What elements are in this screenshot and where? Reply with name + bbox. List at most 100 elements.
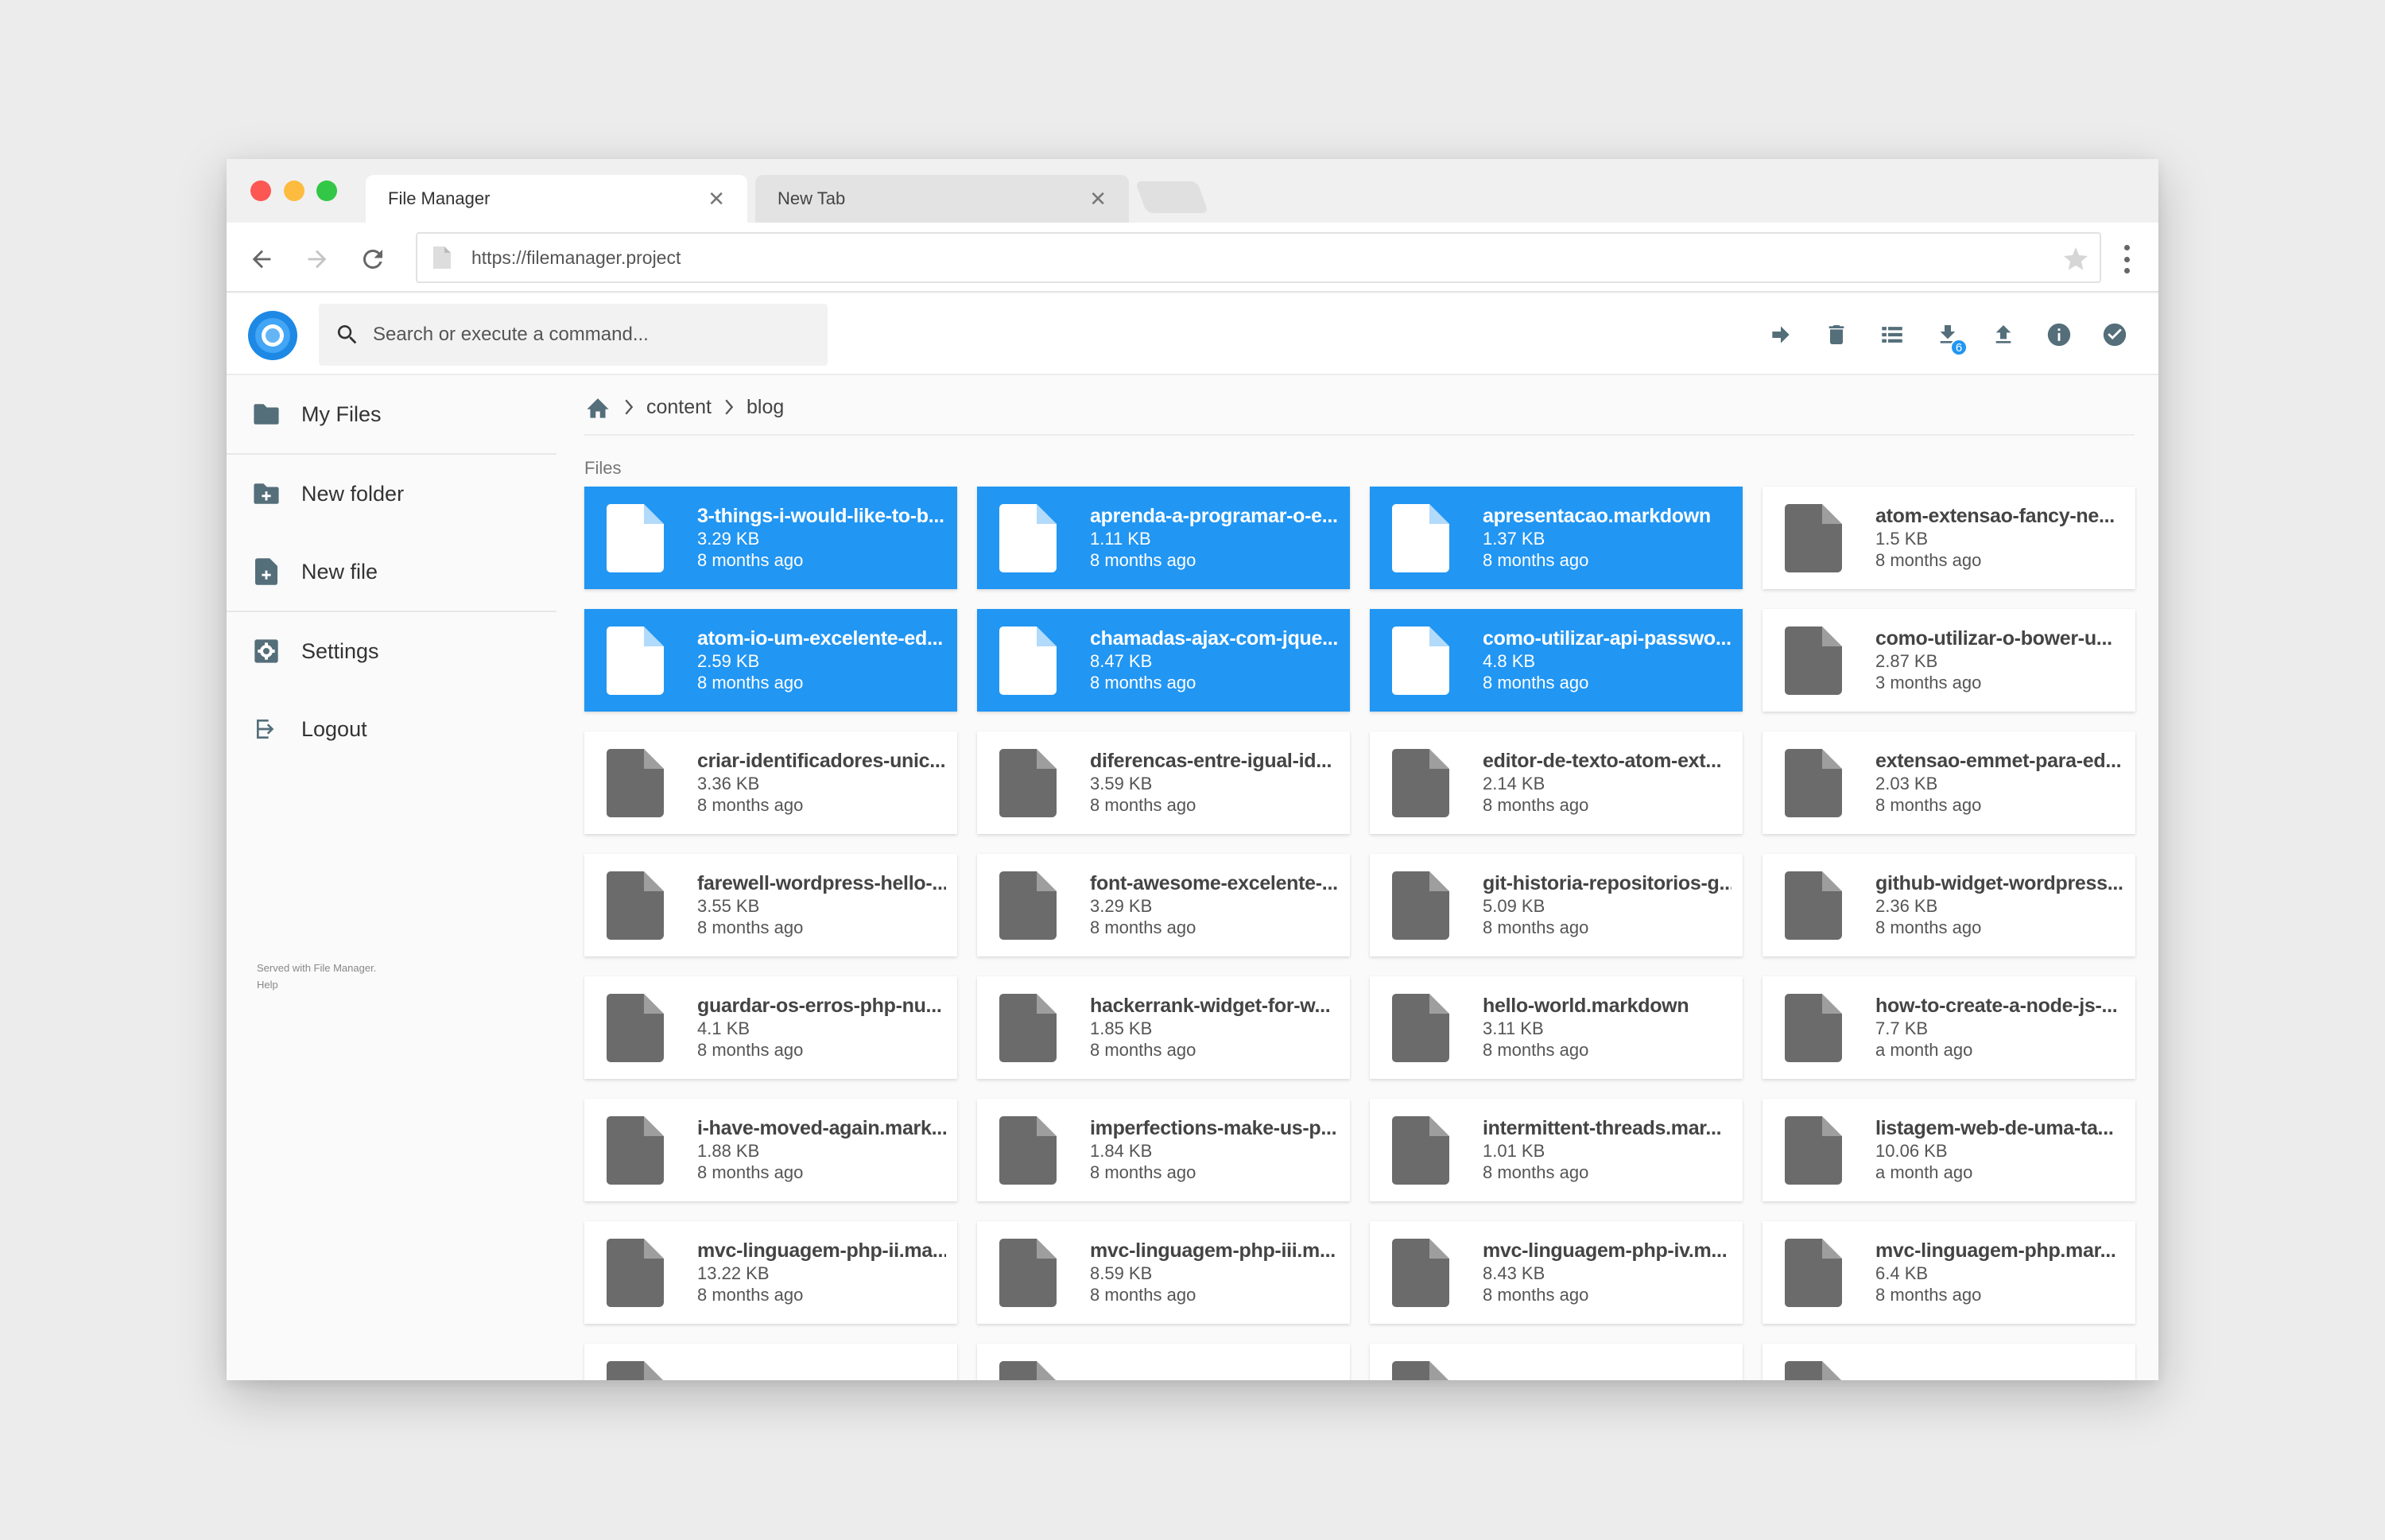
served-with-text: Served with File Manager. xyxy=(257,962,377,974)
file-card[interactable]: font-awesome-excelente-... 3.29 KB 8 mon… xyxy=(977,854,1350,956)
file-info: mvc-linguagem-php-iii.m... 8.59 KB 8 mon… xyxy=(1090,1239,1350,1305)
file-name: mvc-linguagem-php-ii.ma... xyxy=(697,1239,946,1262)
forward-button[interactable] xyxy=(301,243,333,275)
file-card[interactable]: hello-world.markdown 3.11 KB 8 months ag… xyxy=(1370,976,1743,1079)
file-modified: 3 months ago xyxy=(1875,673,1982,692)
file-card[interactable]: mvc-linguagem-php.mar... 6.4 KB 8 months… xyxy=(1763,1221,2135,1324)
close-tab-icon[interactable]: ✕ xyxy=(708,187,725,211)
tab-new-tab[interactable]: New Tab ✕ xyxy=(755,175,1129,223)
select-button[interactable] xyxy=(2087,315,2143,355)
help-link[interactable]: Help xyxy=(257,976,376,993)
file-card[interactable]: 3-things-i-would-like-to-b... 3.29 KB 8 … xyxy=(584,487,957,589)
url-text[interactable]: https://filemanager.project xyxy=(471,247,2100,269)
upload-button[interactable] xyxy=(1976,315,2031,355)
file-card[interactable]: aprenda-a-programar-o-e... 1.11 KB 8 mon… xyxy=(977,487,1350,589)
info-button[interactable] xyxy=(2031,315,2087,355)
close-tab-icon[interactable]: ✕ xyxy=(1089,187,1107,211)
file-modified: 8 months ago xyxy=(1090,795,1196,815)
reload-icon xyxy=(363,249,382,269)
reload-button[interactable] xyxy=(357,243,389,275)
file-name: git-historia-repositorios-g... xyxy=(1483,872,1732,894)
file-card[interactable]: chamadas-ajax-com-jque... 8.47 KB 8 mont… xyxy=(977,609,1350,712)
file-size: 1.11 KB xyxy=(1090,529,1151,549)
file-card[interactable]: atom-extensao-fancy-ne... 1.5 KB 8 month… xyxy=(1763,487,2135,589)
home-icon[interactable] xyxy=(584,395,611,419)
file-card[interactable]: extensao-emmet-para-ed... 2.03 KB 8 mont… xyxy=(1763,731,2135,834)
sidebar-item-logout[interactable]: Logout xyxy=(227,690,556,768)
url-field[interactable]: https://filemanager.project xyxy=(416,232,2101,283)
breadcrumb-item-content[interactable]: content xyxy=(646,396,712,419)
app-logo-icon[interactable] xyxy=(247,310,298,361)
file-modified: 8 months ago xyxy=(1875,1285,1982,1305)
sidebar-item-label: New file xyxy=(301,559,378,584)
file-card[interactable]: git-historia-repositorios-g... 5.09 KB 8… xyxy=(1370,854,1743,956)
file-card[interactable]: new-year-resolutions-201... xyxy=(977,1344,1350,1380)
file-modified: 8 months ago xyxy=(697,1040,804,1060)
new-tab-button[interactable] xyxy=(1134,181,1209,213)
search-input[interactable] xyxy=(373,324,828,346)
file-size: 3.59 KB xyxy=(1090,774,1153,793)
list-view-button[interactable] xyxy=(1864,315,1920,355)
close-window-button[interactable] xyxy=(250,180,271,201)
file-card[interactable]: o-rei-que-tudo-perdeu.m... xyxy=(1370,1344,1743,1380)
file-card[interactable]: mvc-uma-breve-explicac... xyxy=(584,1344,957,1380)
app-header: 6 xyxy=(227,294,2158,375)
file-card[interactable]: apresentacao.markdown 1.37 KB 8 months a… xyxy=(1370,487,1743,589)
file-card[interactable]: github-widget-wordpress.... 2.36 KB 8 mo… xyxy=(1763,854,2135,956)
file-card[interactable]: editor-de-texto-atom-ext... 2.14 KB 8 mo… xyxy=(1370,731,1743,834)
file-card[interactable]: i-have-moved-again.mark... 1.88 KB 8 mon… xyxy=(584,1099,957,1201)
file-card[interactable]: imperfections-make-us-p... 1.84 KB 8 mon… xyxy=(977,1099,1350,1201)
sidebar-item-new-file[interactable]: New file xyxy=(227,533,556,611)
file-size: 2.03 KB xyxy=(1875,774,1938,793)
sidebar-item-new-folder[interactable]: New folder xyxy=(227,455,556,533)
file-info: git-historia-repositorios-g... 5.09 KB 8… xyxy=(1483,872,1743,938)
file-size: 8.59 KB xyxy=(1090,1263,1153,1283)
back-button[interactable] xyxy=(246,243,277,275)
file-card[interactable]: mvc-linguagem-php-iv.m... 8.43 KB 8 mont… xyxy=(1370,1221,1743,1324)
file-modified: 8 months ago xyxy=(697,1285,804,1305)
file-modified: 8 months ago xyxy=(1090,1162,1196,1182)
file-size: 1.5 KB xyxy=(1875,529,1929,549)
file-icon xyxy=(1785,748,1842,817)
minimize-window-button[interactable] xyxy=(284,180,304,201)
sidebar-item-my-files[interactable]: My Files xyxy=(227,375,556,453)
file-icon xyxy=(1785,503,1842,572)
file-card[interactable]: mvc-linguagem-php-iii.m... 8.59 KB 8 mon… xyxy=(977,1221,1350,1324)
file-card[interactable]: listagem-web-de-uma-ta... 10.06 KB a mon… xyxy=(1763,1099,2135,1201)
file-card[interactable]: atom-io-um-excelente-ed... 2.59 KB 8 mon… xyxy=(584,609,957,712)
sidebar-item-settings[interactable]: Settings xyxy=(227,612,556,690)
move-button[interactable] xyxy=(1753,315,1809,355)
file-modified: 8 months ago xyxy=(697,917,804,937)
file-size: 4.8 KB xyxy=(1483,651,1536,671)
file-icon xyxy=(1392,626,1449,695)
maximize-window-button[interactable] xyxy=(316,180,337,201)
file-card[interactable]: how-to-create-a-node-js-... 7.7 KB a mon… xyxy=(1763,976,2135,1079)
search-box[interactable] xyxy=(319,304,828,366)
bookmark-star-icon[interactable] xyxy=(2061,245,2090,273)
breadcrumb-item-blog[interactable]: blog xyxy=(747,396,784,419)
file-card[interactable]: como-utilizar-api-passwo... 4.8 KB 8 mon… xyxy=(1370,609,1743,712)
file-card[interactable]: diferencas-entre-igual-id... 3.59 KB 8 m… xyxy=(977,731,1350,834)
file-name: mvc-linguagem-php-iii.m... xyxy=(1090,1239,1336,1262)
file-size: 2.59 KB xyxy=(697,651,760,671)
file-card[interactable]: hackerrank-widget-for-w... 1.85 KB 8 mon… xyxy=(977,976,1350,1079)
dot-icon xyxy=(2123,256,2130,262)
file-card[interactable]: guardar-os-erros-php-nu... 4.1 KB 8 mont… xyxy=(584,976,957,1079)
file-card[interactable]: farewell-wordpress-hello-... 3.55 KB 8 m… xyxy=(584,854,957,956)
file-info: mvc-linguagem-php-iv.m... 8.43 KB 8 mont… xyxy=(1483,1239,1743,1305)
file-card[interactable]: intermittent-threads.mar... 1.01 KB 8 mo… xyxy=(1370,1099,1743,1201)
file-name: hackerrank-widget-for-w... xyxy=(1090,995,1331,1017)
download-button[interactable]: 6 xyxy=(1920,315,1976,356)
file-card[interactable]: mvc-linguagem-php-ii.ma... 13.22 KB 8 mo… xyxy=(584,1221,957,1324)
file-name: farewell-wordpress-hello-... xyxy=(697,872,946,894)
file-name: mvc-linguagem-php.mar... xyxy=(1875,1239,2116,1262)
file-card[interactable]: criar-identificadores-unic... 3.36 KB 8 … xyxy=(584,731,957,834)
browser-menu-button[interactable] xyxy=(2119,242,2135,277)
tab-file-manager[interactable]: File Manager ✕ xyxy=(366,175,747,223)
file-info: intermittent-threads.mar... 1.01 KB 8 mo… xyxy=(1483,1117,1743,1183)
file-icon xyxy=(999,871,1057,940)
file-card[interactable]: como-utilizar-o-bower-u... 2.87 KB 3 mon… xyxy=(1763,609,2135,712)
file-info: diferencas-entre-igual-id... 3.59 KB 8 m… xyxy=(1090,750,1350,816)
delete-button[interactable] xyxy=(1809,315,1864,355)
file-card[interactable]: observacao-de-microrga... xyxy=(1763,1344,2135,1380)
